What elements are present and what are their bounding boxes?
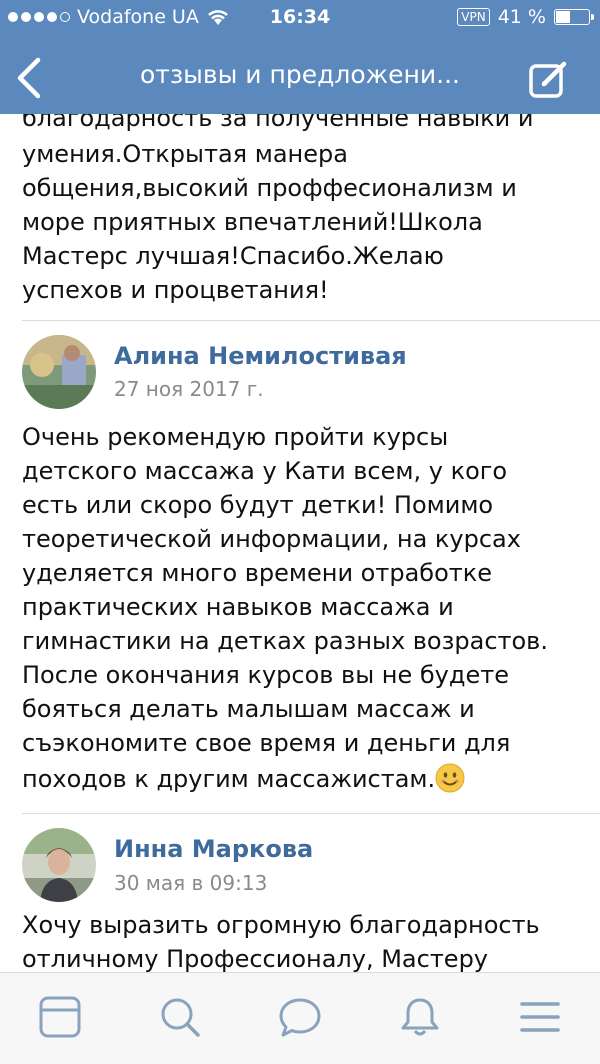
review-date: 27 ноя 2017 г. <box>114 377 264 401</box>
edit-icon[interactable] <box>528 58 570 100</box>
review-text: умения.Открытая манера общения,высокий п… <box>22 140 517 304</box>
battery-percent: 41 % <box>497 6 546 28</box>
review-text: Очень рекомендую пройти курсы детского м… <box>22 423 548 757</box>
vpn-badge: VPN <box>457 8 490 26</box>
battery-icon <box>554 9 594 25</box>
reviews-list: благодарность за полученные навыки и уме… <box>0 114 600 972</box>
top-bar: Vodafone UA 16:34 VPN 41 % отзывы и пред… <box>0 0 600 114</box>
back-icon[interactable] <box>10 56 50 100</box>
avatar[interactable] <box>22 828 96 902</box>
review-text-end: походов к другим массажистам. <box>22 765 436 793</box>
review-date: 30 мая в 09:13 <box>114 871 268 895</box>
navigation-bar: отзывы и предложени... <box>0 48 600 108</box>
author-name[interactable]: Алина Немилостивая <box>114 342 407 370</box>
news-icon[interactable] <box>38 995 82 1039</box>
divider <box>22 320 600 321</box>
author-name[interactable]: Инна Маркова <box>114 835 313 863</box>
tab-bar <box>0 972 600 1064</box>
messages-icon[interactable] <box>278 995 322 1039</box>
divider <box>22 813 600 814</box>
search-icon[interactable] <box>158 995 202 1039</box>
page-title: отзывы и предложени... <box>140 60 460 89</box>
notifications-icon[interactable] <box>398 995 442 1039</box>
review-text: Хочу выразить огромную благодарность отл… <box>22 911 540 972</box>
smile-emoji-icon <box>435 763 465 793</box>
review-text-last-line: походов к другим массажистам. <box>22 762 588 796</box>
status-bar: Vodafone UA 16:34 VPN 41 % <box>0 6 600 32</box>
menu-icon[interactable] <box>518 995 562 1039</box>
avatar[interactable] <box>22 335 96 409</box>
review-text-cut: благодарность за полученные навыки и <box>22 114 534 132</box>
